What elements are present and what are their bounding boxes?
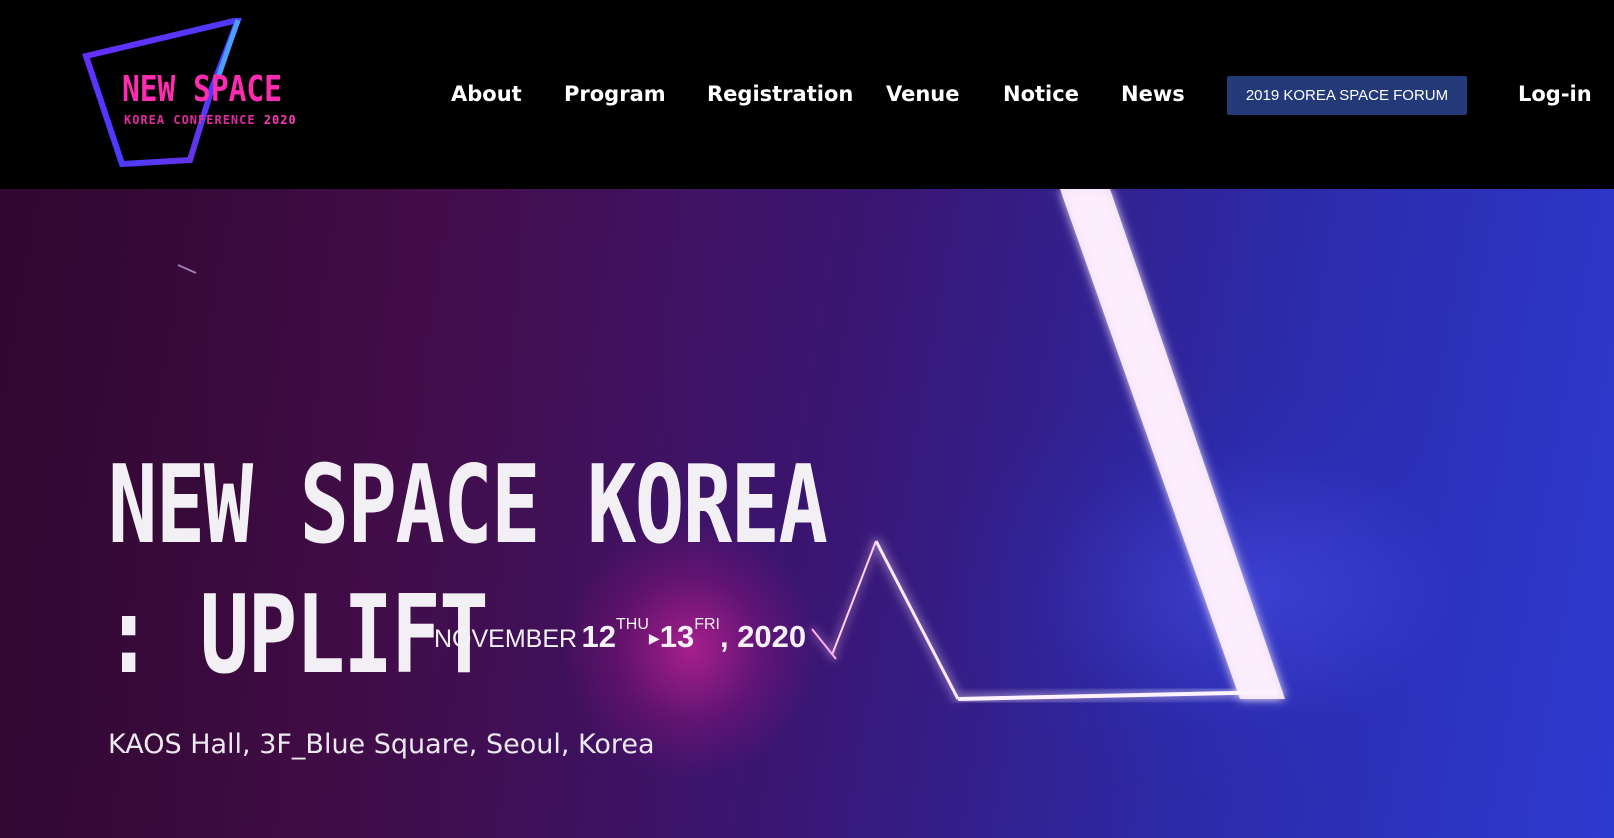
nav-item-venue[interactable]: Venue bbox=[886, 82, 960, 106]
date-year: , 2020 bbox=[719, 619, 807, 654]
nav-item-about[interactable]: About bbox=[451, 82, 522, 106]
date-start-day: 12 bbox=[581, 619, 617, 654]
event-venue: KAOS Hall, 3F_Blue Square, Seoul, Korea bbox=[108, 729, 655, 760]
date-month: NOVEMBER bbox=[434, 625, 578, 653]
nav-item-registration[interactable]: Registration bbox=[707, 82, 853, 106]
hero-subtitle: : UPLIFT bbox=[104, 573, 489, 698]
date-start-dow: THU bbox=[616, 616, 649, 633]
date-end-day: 13 bbox=[659, 619, 695, 654]
forum-2019-button[interactable]: 2019 KOREA SPACE FORUM bbox=[1227, 76, 1467, 115]
arrow-right-icon: ▶ bbox=[648, 630, 660, 646]
date-end-dow: FRI bbox=[694, 616, 720, 633]
login-link[interactable]: Log-in bbox=[1518, 82, 1592, 106]
site-header: NEW SPACE KOREA CONFERENCE 2020 About Pr… bbox=[0, 0, 1614, 189]
hero-banner: NEW SPACE KOREA : UPLIFT NOVEMBER 12THU▶… bbox=[0, 189, 1614, 838]
event-date: NOVEMBER 12THU▶13FRI, 2020 bbox=[434, 616, 807, 655]
hero-title: NEW SPACE KOREA bbox=[108, 443, 828, 568]
nav-item-program[interactable]: Program bbox=[564, 82, 666, 106]
nav-item-news[interactable]: News bbox=[1121, 82, 1185, 106]
nav-item-notice[interactable]: Notice bbox=[1003, 82, 1079, 106]
